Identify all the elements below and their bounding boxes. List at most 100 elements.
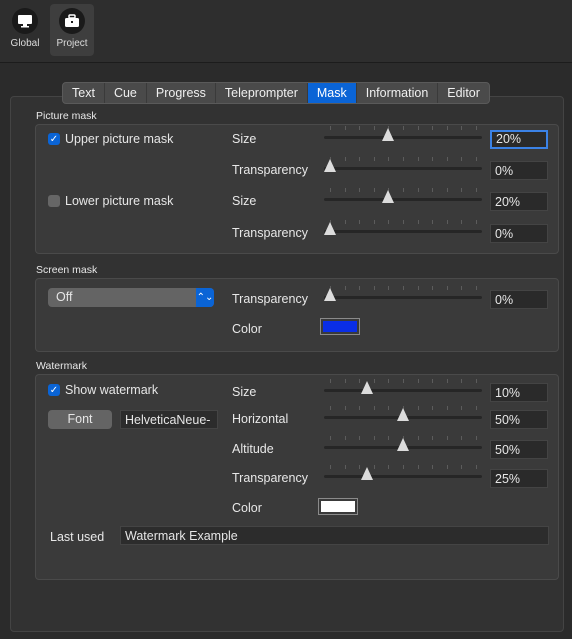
- slider-track: [324, 230, 482, 233]
- upper-size-label: Size: [232, 132, 257, 146]
- slider-tick: [461, 379, 463, 383]
- slider-tick: [461, 286, 463, 290]
- watermark-transparency-slider[interactable]: [324, 465, 482, 481]
- watermark-altitude-field[interactable]: 50%: [490, 440, 548, 459]
- watermark-horizontal-label: Horizontal: [232, 412, 289, 426]
- slider-tick: [344, 126, 346, 130]
- tab-editor[interactable]: Editor: [438, 83, 489, 103]
- screen-mask-mode-select[interactable]: Off ⌃⌄: [48, 288, 214, 307]
- watermark-transparency-label: Transparency: [232, 471, 308, 485]
- slider-tick: [359, 406, 361, 410]
- upper-transparency-field[interactable]: 0%: [490, 161, 548, 180]
- last-used-label: Last used: [50, 530, 105, 544]
- show-watermark-checkbox[interactable]: ✓ Show watermark: [48, 383, 158, 397]
- slider-tick: [446, 379, 448, 383]
- slider-thumb[interactable]: [324, 288, 336, 301]
- watermark-color-label: Color: [232, 501, 262, 515]
- slider-tick: [476, 126, 477, 130]
- slider-tick: [373, 126, 375, 130]
- slider-tick: [432, 126, 434, 130]
- tab-mask[interactable]: Mask: [307, 83, 357, 103]
- slider-tick: [403, 379, 404, 383]
- slider-tick: [446, 220, 448, 224]
- slider-thumb[interactable]: [324, 159, 336, 172]
- watermark-transparency-field[interactable]: 25%: [490, 469, 548, 488]
- watermark-horizontal-slider[interactable]: [324, 406, 482, 422]
- slider-tick: [403, 157, 404, 161]
- toolbar-item-global[interactable]: Global: [6, 6, 44, 49]
- slider-tick: [388, 436, 390, 440]
- slider-tick: [373, 406, 375, 410]
- slider-track: [324, 475, 482, 478]
- screen-mask-transparency-field[interactable]: 0%: [490, 290, 548, 309]
- slider-tick: [432, 286, 434, 290]
- watermark-color-fill: [321, 501, 355, 512]
- slider-tick: [373, 220, 375, 224]
- slider-tick: [417, 465, 419, 469]
- slider-tick: [330, 406, 331, 410]
- slider-tick: [446, 465, 448, 469]
- slider-tick: [461, 220, 463, 224]
- slider-tick: [417, 188, 419, 192]
- tab-bar: Text Cue Progress Teleprompter Mask Info…: [62, 82, 490, 104]
- slider-tick: [417, 406, 419, 410]
- lower-size-field[interactable]: 20%: [490, 192, 548, 211]
- upper-size-field[interactable]: 20%: [490, 130, 548, 149]
- slider-tick: [344, 157, 346, 161]
- upper-transparency-slider[interactable]: [324, 157, 482, 173]
- picture-mask-title: Picture mask: [36, 110, 97, 122]
- slider-thumb[interactable]: [324, 222, 336, 235]
- slider-thumb[interactable]: [382, 190, 395, 203]
- tab-text[interactable]: Text: [63, 83, 105, 103]
- watermark-size-field[interactable]: 10%: [490, 383, 548, 402]
- tab-information[interactable]: Information: [357, 83, 439, 103]
- watermark-horizontal-field[interactable]: 50%: [490, 410, 548, 429]
- upper-size-slider[interactable]: [324, 126, 482, 142]
- watermark-altitude-slider[interactable]: [324, 436, 482, 452]
- watermark-color-well[interactable]: [318, 498, 358, 515]
- slider-tick: [432, 157, 434, 161]
- toolbar-item-project[interactable]: Project: [50, 4, 94, 56]
- slider-tick: [330, 126, 331, 130]
- slider-track: [324, 389, 482, 392]
- slider-tick: [432, 379, 434, 383]
- slider-tick: [403, 126, 404, 130]
- slider-tick: [373, 379, 375, 383]
- slider-thumb[interactable]: [360, 381, 373, 394]
- checkmark-icon: ✓: [48, 133, 60, 145]
- briefcase-icon: [59, 8, 85, 34]
- slider-thumb[interactable]: [382, 128, 395, 141]
- lower-size-slider[interactable]: [324, 188, 482, 204]
- slider-tick: [417, 286, 419, 290]
- slider-tick: [446, 126, 448, 130]
- slider-tick: [461, 126, 463, 130]
- screen-mask-color-well[interactable]: [320, 318, 360, 335]
- font-button[interactable]: Font: [48, 410, 112, 429]
- slider-tick: [446, 406, 448, 410]
- last-used-field[interactable]: Watermark Example: [120, 526, 549, 545]
- slider-tick: [476, 188, 477, 192]
- slider-tick: [388, 286, 390, 290]
- slider-tick: [359, 126, 361, 130]
- slider-tick: [373, 157, 375, 161]
- slider-tick: [359, 220, 361, 224]
- slider-tick: [330, 379, 331, 383]
- slider-tick: [344, 188, 346, 192]
- slider-tick: [476, 379, 477, 383]
- tab-progress[interactable]: Progress: [147, 83, 216, 103]
- slider-thumb[interactable]: [397, 408, 409, 421]
- watermark-size-slider[interactable]: [324, 379, 482, 395]
- lower-transparency-slider[interactable]: [324, 220, 482, 236]
- slider-thumb[interactable]: [397, 438, 409, 451]
- tab-teleprompter[interactable]: Teleprompter: [216, 83, 308, 103]
- upper-picture-mask-checkbox[interactable]: ✓ Upper picture mask: [48, 132, 173, 146]
- screen-mask-transparency-slider[interactable]: [324, 286, 482, 302]
- slider-track: [324, 167, 482, 170]
- tab-cue[interactable]: Cue: [105, 83, 147, 103]
- lower-picture-mask-checkbox[interactable]: Lower picture mask: [48, 194, 173, 208]
- lower-transparency-field[interactable]: 0%: [490, 224, 548, 243]
- slider-tick: [432, 406, 434, 410]
- slider-tick: [388, 465, 390, 469]
- slider-thumb[interactable]: [360, 467, 373, 480]
- screen-mask-mode-value: Off: [56, 290, 73, 304]
